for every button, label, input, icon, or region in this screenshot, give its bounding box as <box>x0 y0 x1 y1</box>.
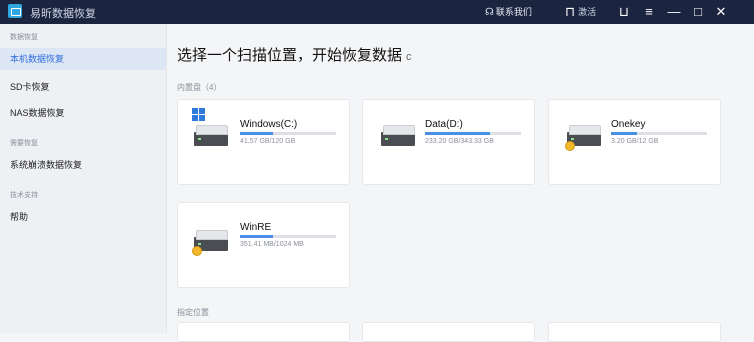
activate-label: 激活 <box>578 7 597 17</box>
drive-size: 3.20 GB/12 GB <box>611 138 659 145</box>
drive-card-onekey[interactable]: Onekey 3.20 GB/12 GB <box>548 99 721 185</box>
section-label-recovery: 数据恢复 <box>10 34 38 41</box>
location-card[interactable] <box>362 322 535 342</box>
drive-name: Windows(C:) <box>240 119 298 130</box>
page-title-text: 选择一个扫描位置，开始恢复数据 <box>177 47 403 64</box>
usage-fill <box>425 132 491 135</box>
maximize-icon[interactable]: □ <box>688 2 708 22</box>
sidebar-item-sd-recovery[interactable]: SD卡恢复 <box>0 76 166 98</box>
headset-icon: ☊ <box>485 7 494 18</box>
section-label-advanced: 需要恢复 <box>10 140 38 147</box>
sidebar-item-help[interactable]: 帮助 <box>0 206 166 228</box>
drive-card-winre[interactable]: WinRE 351.41 MB/1024 MB <box>177 202 350 288</box>
app-title: 易昕数据恢复 <box>30 8 96 20</box>
lock-icon: ⊓ <box>565 4 576 19</box>
usage-fill <box>240 235 273 238</box>
drive-size: 41.57 GB/120 GB <box>240 138 296 145</box>
contact-us-label: 联系我们 <box>495 7 532 17</box>
refresh-icon[interactable]: c <box>406 51 412 63</box>
key-icon <box>565 141 575 151</box>
usage-bar <box>611 132 707 135</box>
app-logo-icon <box>8 4 22 18</box>
sidebar-item-system-crash[interactable]: 系统崩溃数据恢复 <box>0 154 166 176</box>
location-card[interactable] <box>177 322 350 342</box>
internal-drives-label: 内置盘（4） <box>177 83 222 92</box>
hard-drive-icon <box>381 125 415 146</box>
location-card[interactable] <box>548 322 721 342</box>
drive-name: Onekey <box>611 119 646 130</box>
drive-size: 351.41 MB/1024 MB <box>240 241 304 248</box>
drive-name: WinRE <box>240 222 272 233</box>
drive-card-c[interactable]: Windows(C:) 41.57 GB/120 GB <box>177 99 350 185</box>
feedback-icon[interactable]: ⊔ <box>614 2 634 22</box>
title-bar: 易昕数据恢复 ☊ 联系我们 ⊓ 激活 ⊔ ≡ — □ ✕ <box>0 0 754 24</box>
usage-bar <box>240 235 336 238</box>
page-title: 选择一个扫描位置，开始恢复数据 c <box>177 44 412 65</box>
sidebar-item-local-recovery[interactable]: 本机数据恢复 <box>0 48 166 70</box>
minimize-icon[interactable]: — <box>664 2 684 22</box>
usage-bar <box>425 132 521 135</box>
main-panel: 选择一个扫描位置，开始恢复数据 c 内置盘（4） Windows(C:) 41.5… <box>167 24 754 342</box>
activate-button[interactable]: ⊓ 激活 <box>565 4 596 20</box>
drive-size: 233.20 GB/343.33 GB <box>425 138 494 145</box>
usage-fill <box>611 132 637 135</box>
usage-fill <box>240 132 274 135</box>
key-icon <box>192 246 202 256</box>
windows-drive-icon <box>194 125 228 146</box>
usage-bar <box>240 132 336 135</box>
close-icon[interactable]: ✕ <box>711 2 731 22</box>
sidebar-item-nas-recovery[interactable]: NAS数据恢复 <box>0 102 166 124</box>
contact-us-button[interactable]: ☊ 联系我们 <box>485 5 532 18</box>
menu-icon[interactable]: ≡ <box>639 2 659 22</box>
windows-logo-icon <box>192 108 206 122</box>
drive-name: Data(D:) <box>425 119 463 130</box>
drive-card-d[interactable]: Data(D:) 233.20 GB/343.33 GB <box>362 99 535 185</box>
section-label-support: 技术支持 <box>10 192 38 199</box>
sidebar: 数据恢复 本机数据恢复 SD卡恢复 NAS数据恢复 需要恢复 系统崩溃数据恢复 … <box>0 24 167 333</box>
specified-location-label: 指定位置 <box>177 308 209 317</box>
